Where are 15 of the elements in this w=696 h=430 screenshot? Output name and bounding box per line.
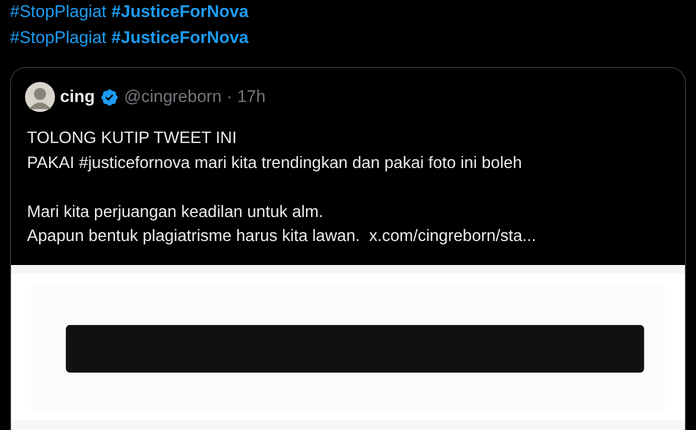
avatar[interactable] [25,82,55,112]
quoted-tweet-card[interactable] [10,67,686,430]
hashtag-link[interactable]: #StopPlagiat [10,25,106,51]
tweet-text: TOLONG KUTIP TWEET INI [27,128,238,149]
hashtag-link[interactable]: #JusticeForNova [111,25,248,51]
tweet-text: PAKAI #justicefornova mari kita trendingkan dan pakai foto ini boleh [27,152,523,174]
hashtag-link[interactable]: #StopPlagiat [10,0,106,25]
tweet-time: 17h [237,87,266,107]
tweet-link[interactable]: x.com/cingreborn/sta... [369,227,536,245]
author-name[interactable]: cing [60,87,95,107]
tweet-text: Apapun bentuk plagiatrisme harus kita lawan. x.com/cingreborn/sta... [27,226,538,247]
hashtag-link[interactable]: #JusticeForNova [111,0,248,25]
tweet-text: Mari kita perjuangan keadilan untuk alm. [27,202,324,222]
author-handle: @cingreborn [124,87,222,107]
separator: · [226,87,232,107]
